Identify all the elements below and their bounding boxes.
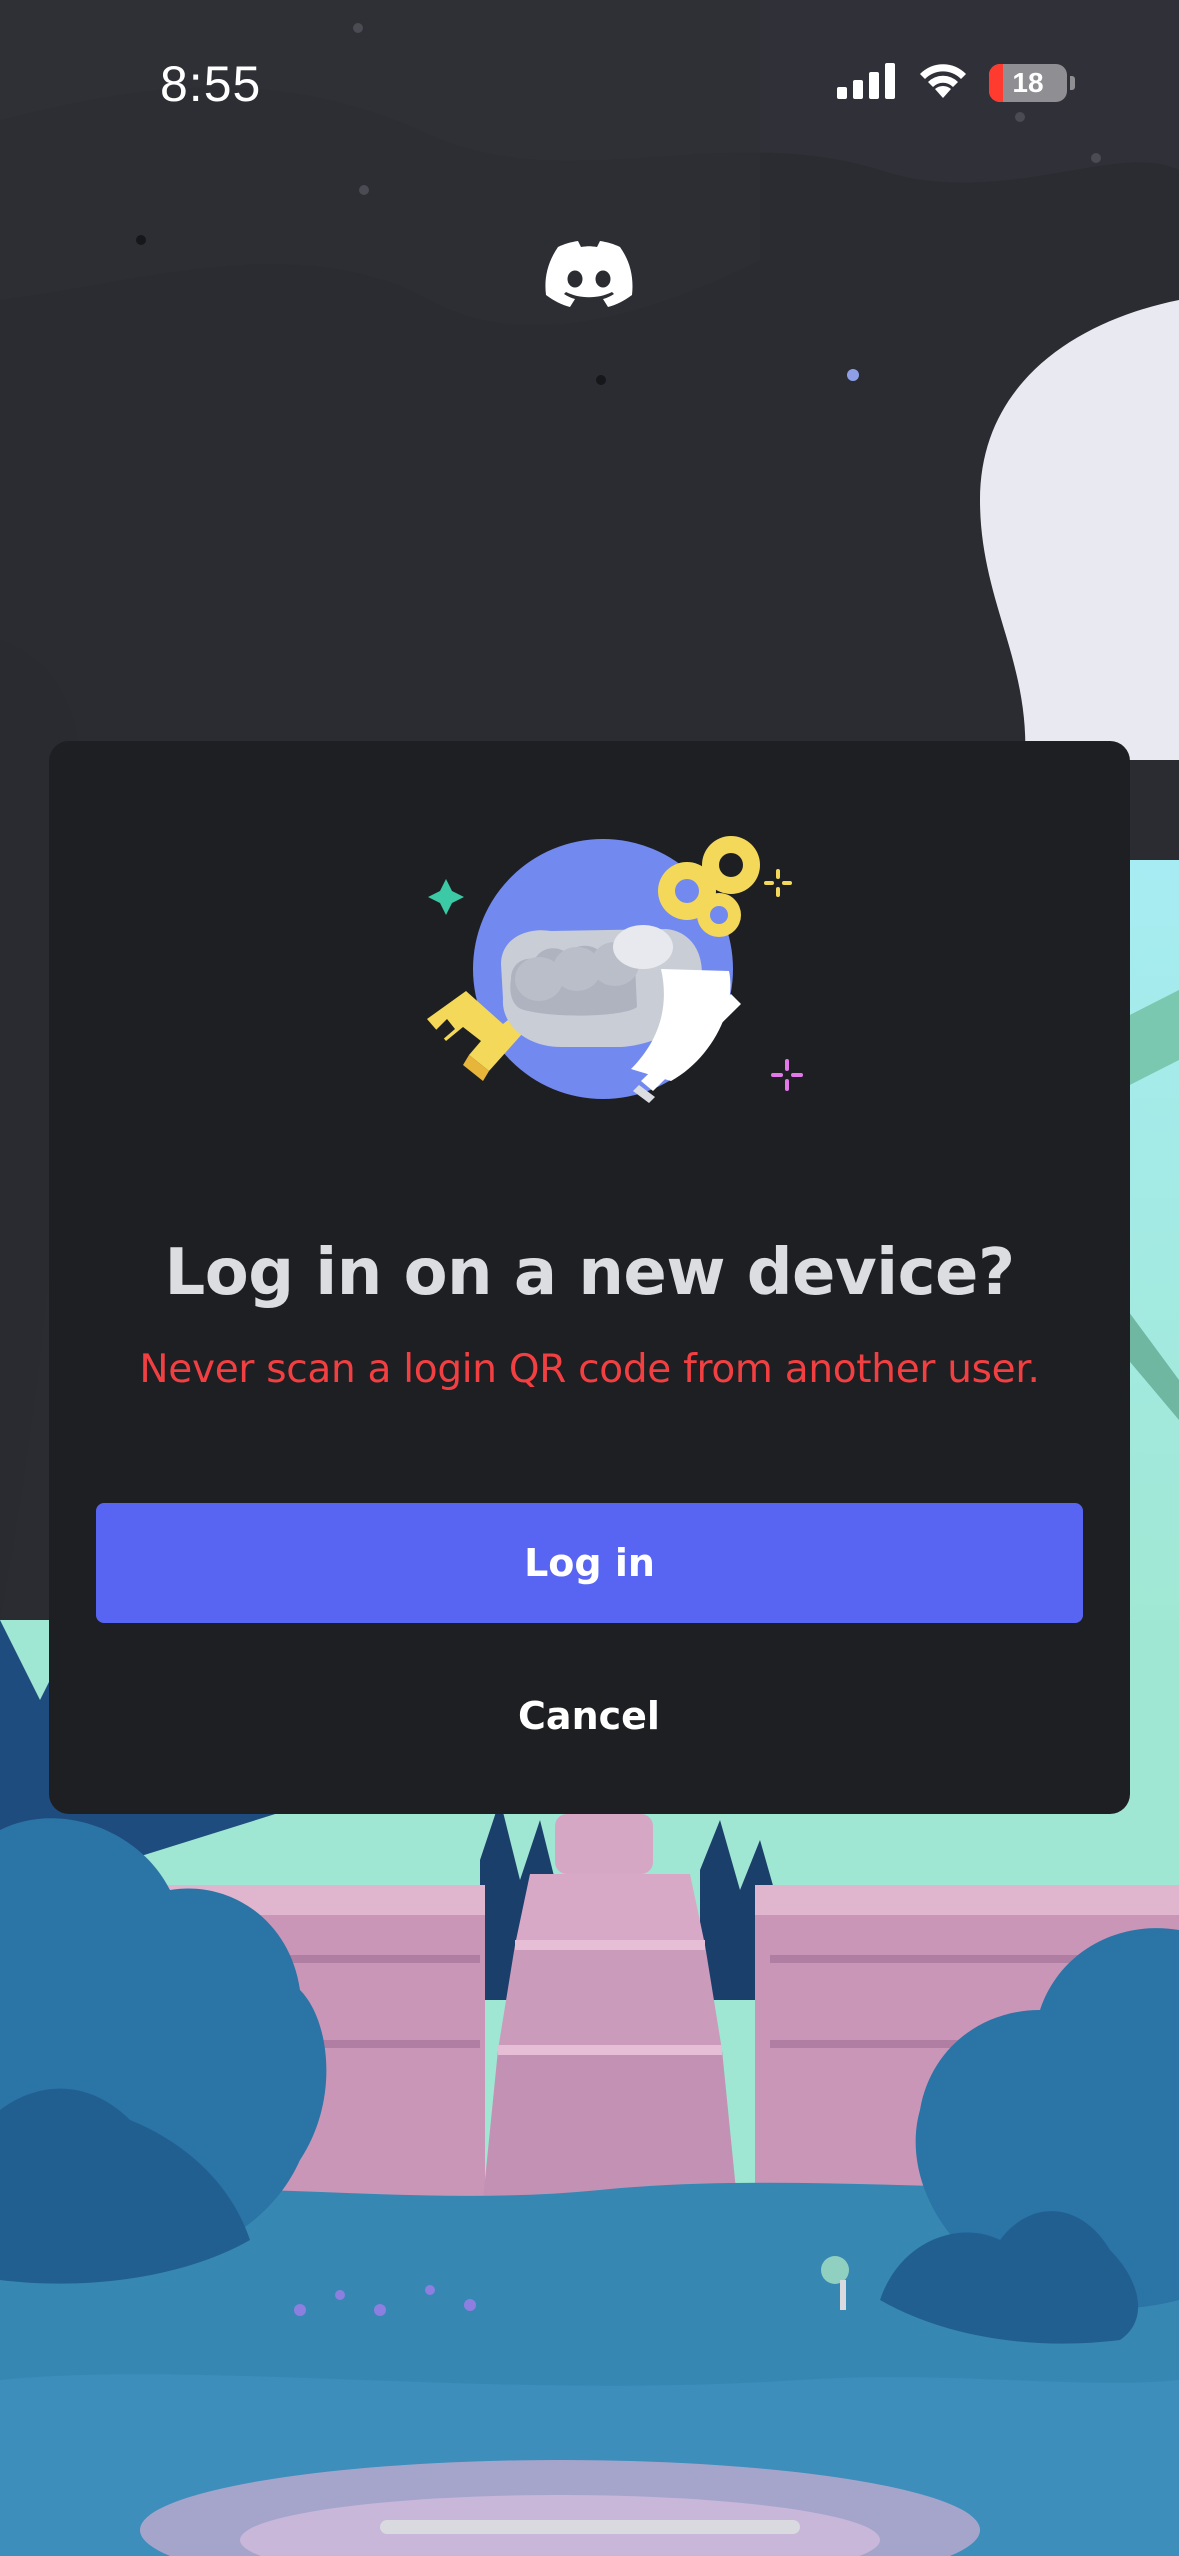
cellular-signal-icon xyxy=(837,63,897,103)
discord-logo-icon xyxy=(544,240,634,310)
battery-level-fill xyxy=(989,64,1004,102)
status-icons: 18 xyxy=(837,62,1075,104)
battery-tip xyxy=(1070,76,1075,90)
battery-icon: 18 xyxy=(989,64,1067,102)
qr-warning-text: Never scan a login QR code from another … xyxy=(139,1347,1040,1392)
hand-holding-key-illustration xyxy=(411,819,811,1104)
login-confirmation-dialog: Log in on a new device? Never scan a log… xyxy=(49,741,1130,1814)
wifi-icon xyxy=(917,62,969,104)
home-indicator[interactable] xyxy=(380,2520,800,2534)
dialog-title: Log in on a new device? xyxy=(164,1236,1015,1310)
status-time: 8:55 xyxy=(160,56,262,112)
cancel-button[interactable]: Cancel xyxy=(389,1671,789,1761)
battery-level: 18 xyxy=(1012,67,1044,98)
login-button[interactable]: Log in xyxy=(96,1503,1083,1623)
